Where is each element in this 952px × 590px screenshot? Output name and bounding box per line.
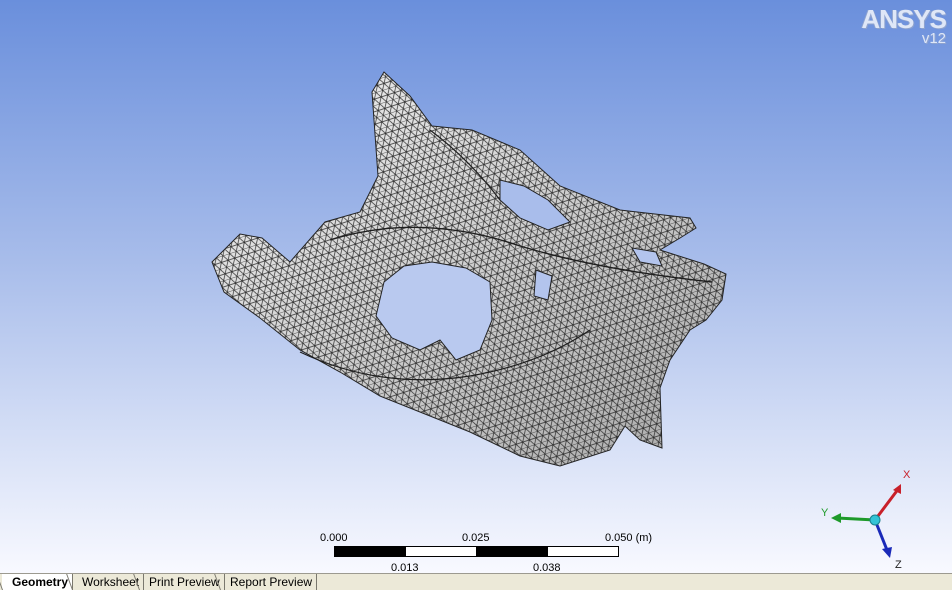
scale-label-038: 0.038 [533,562,561,573]
tab-report-preview[interactable]: Report Preview [214,574,318,590]
scale-label-025: 0.025 [462,532,490,544]
y-axis-label: Y [821,507,829,519]
tab-worksheet-label: Worksheet [82,575,140,589]
axis-triad[interactable]: X Y Z [815,462,925,572]
view-tabs: Geometry Worksheet Print Preview Report … [0,573,952,590]
y-axis-arrow [831,513,841,523]
z-axis-arrow [882,547,892,558]
scale-segment-3 [476,546,548,557]
x-axis-label: X [903,469,911,481]
scale-label-013: 0.013 [391,562,419,573]
scale-bar: 0.000 0.025 0.050 (m) 0.013 0.038 [318,530,663,573]
bone-body [211,71,727,467]
triad-origin [869,514,881,526]
z-axis-label: Z [895,559,902,571]
scale-label-050: 0.050 (m) [605,532,653,544]
tab-report-preview-label: Report Preview [230,575,313,589]
tab-print-preview[interactable]: Print Preview [133,574,225,590]
tab-geometry[interactable]: Geometry [0,574,74,590]
scale-label-0: 0.000 [320,532,348,544]
scale-segment-1 [334,546,406,557]
tab-geometry-label: Geometry [12,575,69,589]
scale-segment-4 [547,546,619,557]
y-axis-line [836,516,876,522]
meshed-bone-model[interactable] [0,0,952,573]
x-axis-line [873,487,901,521]
graphics-viewport[interactable]: ANSYS v12 0.000 0.025 0.050 (m) 0.013 0.… [0,0,952,573]
scale-segment-2 [405,546,477,557]
tab-print-preview-label: Print Preview [149,575,220,589]
